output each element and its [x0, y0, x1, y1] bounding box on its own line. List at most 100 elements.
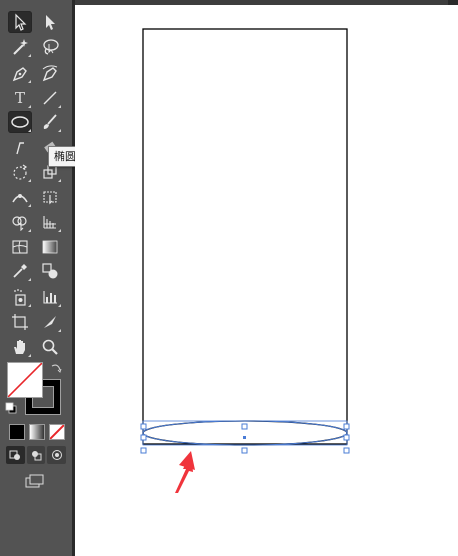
- draw-inside-icon: [51, 450, 62, 460]
- selection-tool-icon: [15, 13, 27, 31]
- pen-tool-button[interactable]: [8, 62, 32, 84]
- free-transform-tool-button[interactable]: [38, 186, 62, 208]
- perspective-grid-tool-icon: [43, 216, 56, 229]
- submenu-indicator-icon: [28, 304, 31, 307]
- submenu-indicator-icon: [28, 354, 31, 357]
- shape-builder-tool-button[interactable]: [8, 211, 32, 233]
- shape-builder-tool-icon: [12, 216, 27, 231]
- none-color-icon: [8, 363, 42, 397]
- type-tool-icon: T: [14, 88, 25, 107]
- submenu-indicator-icon: [58, 229, 61, 232]
- column-graph-tool-button[interactable]: [38, 286, 62, 308]
- submenu-indicator-icon: [28, 80, 31, 83]
- free-transform-tool-icon: [43, 191, 57, 205]
- shaper-tool-button[interactable]: [8, 136, 32, 158]
- hand-tool-icon: [14, 340, 25, 354]
- perspective-grid-tool-button[interactable]: [38, 211, 62, 233]
- swap-fill-stroke-icon[interactable]: [50, 362, 62, 374]
- artboard-tool-icon: [12, 314, 28, 330]
- blend-tool-button[interactable]: [38, 260, 62, 282]
- gradient-tool-button[interactable]: [38, 236, 62, 258]
- direct-selection-tool-button[interactable]: [38, 11, 62, 33]
- submenu-indicator-icon: [58, 304, 61, 307]
- artboard-tool-button[interactable]: [8, 311, 32, 333]
- draw-normal-button[interactable]: [6, 446, 25, 464]
- rotate-tool-button[interactable]: [8, 161, 32, 183]
- type-tool-button[interactable]: T: [8, 87, 32, 109]
- default-fill-stroke-icon[interactable]: [5, 402, 17, 414]
- handle-top-right[interactable]: [343, 423, 350, 430]
- handle-middle-right[interactable]: [343, 434, 350, 441]
- draw-mode-buttons: [6, 446, 67, 464]
- ellipse-tool-button[interactable]: [8, 111, 32, 133]
- ellipse-tool-icon: [11, 116, 29, 128]
- slice-tool-button[interactable]: [38, 311, 62, 333]
- artwork-layer: [140, 28, 350, 493]
- curvature-tool-button[interactable]: [38, 62, 62, 84]
- lasso-tool-button[interactable]: [38, 36, 62, 58]
- paintbrush-tool-button[interactable]: [38, 111, 62, 133]
- draw-normal-icon: [9, 450, 21, 460]
- handle-middle-left[interactable]: [140, 434, 147, 441]
- slice-tool-icon: [44, 316, 56, 328]
- submenu-indicator-icon: [28, 105, 31, 108]
- fill-swatch[interactable]: [7, 362, 43, 398]
- tools-panel: T: [0, 0, 72, 556]
- magic-wand-tool-button[interactable]: [8, 36, 32, 58]
- submenu-indicator-icon: [58, 179, 61, 182]
- screen-mode-icon: [25, 474, 44, 488]
- gradient-mode-button[interactable]: [29, 424, 45, 440]
- blend-tool-icon: [42, 263, 58, 279]
- width-tool-button[interactable]: [8, 186, 32, 208]
- eyedropper-tool-button[interactable]: [8, 260, 32, 282]
- draw-behind-button[interactable]: [26, 446, 46, 464]
- mesh-tool-icon: [12, 240, 28, 254]
- draw-inside-button[interactable]: [47, 446, 67, 464]
- draw-behind-icon: [32, 451, 42, 461]
- width-tool-icon: [12, 194, 28, 203]
- magic-wand-tool-icon: [13, 39, 28, 55]
- pen-tool-icon: [12, 67, 27, 82]
- submenu-indicator-icon: [28, 229, 31, 232]
- symbol-sprayer-tool-icon: [14, 289, 26, 306]
- change-screen-mode-button[interactable]: [22, 470, 48, 492]
- submenu-indicator-icon: [58, 329, 61, 332]
- handle-top-left[interactable]: [140, 423, 147, 430]
- shaper-tool-icon: [16, 142, 24, 155]
- gradient-tool-icon: [42, 240, 58, 254]
- curvature-tool-icon: [42, 65, 58, 82]
- rectangle-shape[interactable]: [142, 28, 348, 445]
- mesh-tool-button[interactable]: [8, 236, 32, 258]
- submenu-indicator-icon: [58, 105, 61, 108]
- column-graph-tool-icon: [43, 291, 57, 304]
- hand-tool-button[interactable]: [8, 336, 32, 358]
- submenu-indicator-icon: [58, 129, 61, 132]
- rotate-tool-icon: [13, 164, 28, 180]
- submenu-indicator-icon: [28, 129, 31, 132]
- red-arrow-icon: [175, 451, 195, 493]
- selection-tool-button[interactable]: [8, 11, 32, 33]
- handle-bottom-left[interactable]: [140, 447, 147, 454]
- submenu-indicator-icon: [28, 204, 31, 207]
- center-point: [243, 436, 246, 439]
- top-edge: [448, 0, 458, 5]
- none-mode-button[interactable]: [49, 424, 65, 440]
- zoom-tool-icon: [42, 339, 58, 355]
- symbol-sprayer-tool-button[interactable]: [8, 286, 32, 308]
- submenu-indicator-icon: [28, 179, 31, 182]
- artboard-canvas[interactable]: [75, 5, 458, 556]
- color-mode-buttons: [9, 424, 65, 440]
- handle-top-center[interactable]: [241, 423, 248, 430]
- submenu-indicator-icon: [28, 278, 31, 281]
- none-color-icon: [50, 425, 64, 439]
- handle-bottom-center[interactable]: [241, 447, 248, 454]
- line-segment-tool-icon: [43, 91, 57, 105]
- line-segment-tool-button[interactable]: [38, 87, 62, 109]
- direct-selection-tool-icon: [46, 15, 55, 30]
- paintbrush-tool-icon: [43, 114, 57, 129]
- color-mode-button[interactable]: [9, 424, 25, 440]
- handle-bottom-right[interactable]: [343, 447, 350, 454]
- zoom-tool-button[interactable]: [38, 336, 62, 358]
- submenu-indicator-icon: [28, 54, 31, 57]
- lasso-tool-icon: [43, 39, 59, 55]
